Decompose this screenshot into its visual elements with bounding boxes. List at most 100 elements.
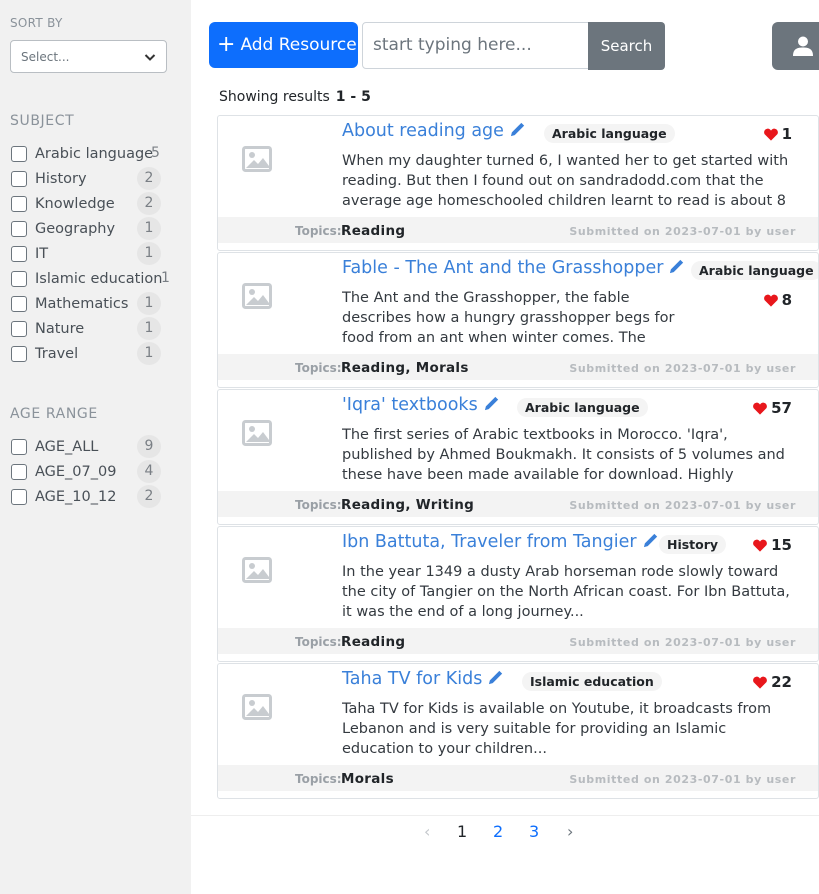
subject-filter-item[interactable]: Islamic education 1: [11, 266, 191, 291]
results-summary: Showing results 1 - 5: [219, 89, 371, 105]
subject-filter-item[interactable]: Travel 1: [11, 341, 191, 366]
sort-select[interactable]: Select...: [10, 40, 167, 73]
resource-title: 'Iqra' textbooks: [342, 395, 478, 415]
pagination-page-3[interactable]: 3: [529, 822, 539, 841]
filter-count: 1: [137, 342, 161, 365]
heart-icon: [753, 402, 768, 415]
resource-description: The Ant and the Grasshopper, the fable d…: [342, 290, 675, 346]
resource-title: About reading age: [342, 121, 504, 141]
topics-label: Topics:: [295, 361, 342, 375]
pencil-icon[interactable]: [488, 670, 503, 685]
submitted-info: Submitted on 2023-07-01 by user: [569, 773, 796, 786]
resource-title-link[interactable]: 'Iqra' textbooks: [342, 395, 499, 415]
like-count[interactable]: 15: [753, 536, 792, 554]
checkbox[interactable]: [11, 345, 27, 362]
filter-sidebar: SORT BY Select... SUBJECT Arabic languag…: [0, 0, 191, 894]
filter-count: 4: [137, 460, 161, 483]
pagination-page-1[interactable]: 1: [457, 822, 467, 841]
like-count[interactable]: 1: [763, 125, 792, 143]
age-filter-item[interactable]: AGE_07_09 4: [11, 459, 191, 484]
topics-label: Topics:: [295, 635, 342, 649]
checkbox[interactable]: [11, 220, 27, 237]
subject-filter-item[interactable]: Arabic language 5: [11, 141, 191, 166]
checkbox[interactable]: [11, 270, 27, 287]
add-resource-button[interactable]: + Add Resource: [209, 22, 358, 68]
filter-label: Arabic language: [35, 145, 154, 162]
subject-filter-item[interactable]: IT 1: [11, 241, 191, 266]
card-footer: Topics: Reading, Writing Submitted on 20…: [218, 491, 818, 517]
resource-description: Taha TV for Kids is available on Youtube…: [342, 701, 772, 757]
pagination-prev[interactable]: ‹: [424, 822, 430, 841]
image-placeholder-icon: [242, 146, 272, 172]
subject-badge: Islamic education: [522, 672, 662, 691]
pencil-icon[interactable]: [669, 259, 684, 274]
checkbox[interactable]: [11, 170, 27, 187]
card-footer: Topics: Reading, Morals Submitted on 202…: [218, 354, 818, 380]
image-placeholder-icon: [242, 557, 272, 583]
checkbox[interactable]: [11, 145, 27, 162]
checkbox[interactable]: [11, 463, 27, 480]
user-menu-button[interactable]: [772, 22, 819, 70]
resource-title-link[interactable]: About reading age: [342, 121, 525, 141]
subject-filter-item[interactable]: Geography 1: [11, 216, 191, 241]
checkbox[interactable]: [11, 438, 27, 455]
filter-count: 1: [137, 317, 161, 340]
subject-filter-item[interactable]: Nature 1: [11, 316, 191, 341]
checkbox[interactable]: [11, 195, 27, 212]
checkbox[interactable]: [11, 320, 27, 337]
resource-title: Taha TV for Kids: [342, 669, 483, 689]
pagination-page-2[interactable]: 2: [493, 822, 503, 841]
sort-select-value: Select...: [21, 50, 70, 64]
filter-label: IT: [35, 245, 49, 262]
pencil-icon[interactable]: [510, 122, 525, 137]
resource-title-link[interactable]: Taha TV for Kids: [342, 669, 503, 689]
resource-card: 'Iqra' textbooks Arabic language 57 The …: [217, 389, 819, 525]
subject-filter-item[interactable]: Knowledge 2: [11, 191, 191, 216]
plus-icon: +: [217, 32, 236, 57]
like-count-value: 15: [771, 536, 792, 554]
checkbox[interactable]: [11, 245, 27, 262]
add-resource-label: Add Resource: [240, 35, 357, 55]
checkbox[interactable]: [11, 488, 27, 505]
resource-title-link[interactable]: Fable - The Ant and the Grasshopper: [342, 258, 684, 278]
like-count[interactable]: 8: [763, 291, 792, 309]
age-filter-item[interactable]: AGE_ALL 9: [11, 434, 191, 459]
search-button[interactable]: Search: [588, 22, 665, 70]
filter-label: History: [35, 170, 87, 187]
subject-heading: SUBJECT: [10, 113, 75, 129]
subject-filter-item[interactable]: History 2: [11, 166, 191, 191]
submitted-info: Submitted on 2023-07-01 by user: [569, 636, 796, 649]
like-count[interactable]: 22: [753, 673, 792, 691]
filter-label: Islamic education: [35, 270, 163, 287]
age-filter-item[interactable]: AGE_10_12 2: [11, 484, 191, 509]
pencil-icon[interactable]: [484, 396, 499, 411]
card-footer: Topics: Reading Submitted on 2023-07-01 …: [218, 628, 818, 654]
topics-value: Reading: [341, 634, 406, 650]
resource-description: In the year 1349 a dusty Arab horseman r…: [342, 564, 790, 620]
age-range-heading: AGE RANGE: [10, 406, 98, 422]
topics-value: Morals: [341, 771, 394, 787]
topics-label: Topics:: [295, 772, 342, 786]
like-count-value: 22: [771, 673, 792, 691]
like-count[interactable]: 57: [753, 399, 792, 417]
resource-card: About reading age Arabic language 1 When…: [217, 115, 819, 251]
pagination-next[interactable]: ›: [567, 822, 573, 841]
resource-title: Fable - The Ant and the Grasshopper: [342, 258, 664, 278]
search-input[interactable]: start typing here...: [362, 22, 589, 69]
subject-badge: Arabic language: [544, 124, 675, 143]
resource-title-link[interactable]: Ibn Battuta, Traveler from Tangier: [342, 532, 658, 552]
filter-label: AGE_10_12: [35, 488, 117, 505]
topics-label: Topics:: [295, 224, 342, 238]
topics-value: Reading: [341, 223, 406, 239]
filter-label: AGE_07_09: [35, 463, 117, 480]
filter-label: Travel: [35, 345, 79, 362]
sort-heading: SORT BY: [10, 16, 63, 30]
age-filter-list: AGE_ALL 9 AGE_07_09 4 AGE_10_12 2: [11, 434, 191, 509]
submitted-info: Submitted on 2023-07-01 by user: [569, 499, 796, 512]
filter-label: AGE_ALL: [35, 438, 99, 455]
filter-label: Nature: [35, 320, 85, 337]
pencil-icon[interactable]: [643, 533, 658, 548]
subject-filter-item[interactable]: Mathematics 1: [11, 291, 191, 316]
checkbox[interactable]: [11, 295, 27, 312]
image-placeholder-icon: [242, 694, 272, 720]
